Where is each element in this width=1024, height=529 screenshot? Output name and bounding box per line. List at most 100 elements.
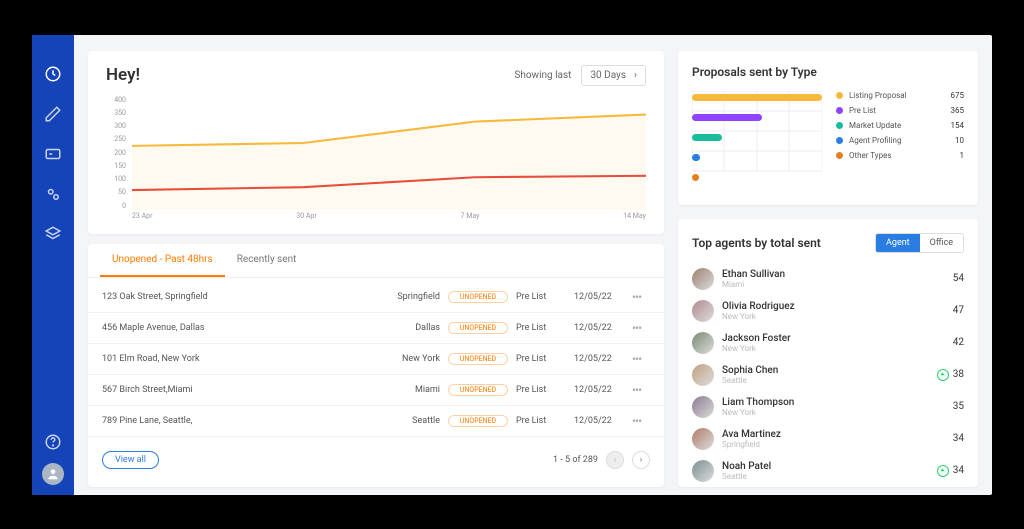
row-menu-icon[interactable]: ••• [632,290,650,304]
agent-location: Seattle [722,472,929,481]
row-city: Miami [370,385,440,395]
agent-row[interactable]: Sophia Chen Seattle 38 [692,359,964,391]
nav-profile[interactable] [42,463,64,485]
nav-settings[interactable] [44,185,62,203]
agent-row[interactable]: Noah Patel Seattle 34 [692,455,964,483]
row-menu-icon[interactable]: ••• [632,321,650,335]
proposals-table-card: Unopened - Past 48hrs Recently sent 123 … [88,244,664,487]
nav-layers[interactable] [44,225,62,243]
table-row[interactable]: 101 Elm Road, New York New York UNOPENED… [88,344,664,375]
legend-value: 1 [960,151,965,160]
view-all-button[interactable]: View all [102,451,159,469]
legend-label: Other Types [849,151,954,160]
nav-dashboard[interactable] [44,65,62,83]
agent-info: Liam Thompson New York [722,397,945,417]
status-badge: UNOPENED [448,353,508,365]
nav-card[interactable] [44,145,62,163]
agent-location: New York [722,344,945,353]
range-value: 30 Days [590,70,626,81]
legend-value: 10 [955,136,964,145]
status-badge: UNOPENED [448,384,508,396]
table-row[interactable]: 123 Oak Street, Springfield Springfield … [88,282,664,313]
row-menu-icon[interactable]: ••• [632,352,650,366]
agent-count: 34 [937,465,964,477]
table-row[interactable]: 567 Birch Street,Miami Miami UNOPENED Pr… [88,375,664,406]
agent-count: 42 [953,337,964,348]
status-badge: UNOPENED [448,415,508,427]
page-next-button[interactable]: › [632,451,650,469]
type-bar-row [692,111,822,125]
agent-name: Liam Thompson [722,397,945,408]
row-menu-icon[interactable]: ••• [632,383,650,397]
row-date: 12/05/22 [574,354,624,364]
row-type: Pre List [516,323,566,333]
avatar [692,460,714,482]
row-city: New York [370,354,440,364]
toggle-agent[interactable]: Agent [876,234,920,252]
row-city: Seattle [370,416,440,426]
row-address: 456 Maple Avenue, Dallas [102,323,362,333]
legend-row: Other Types 1 [836,151,964,160]
legend-dot [836,92,843,99]
chart-area: 400350300250200150100500 23 Apr30 Apr7 M… [106,96,646,226]
legend-dot [836,152,843,159]
page-prev-button[interactable]: ‹ [606,451,624,469]
row-address: 101 Elm Road, New York [102,354,362,364]
avatar [692,364,714,386]
tab-recent[interactable]: Recently sent [225,244,309,277]
type-bar [692,94,822,101]
agent-count: 34 [953,433,964,444]
trend-up-icon [937,369,949,381]
top-agents-card: Top agents by total sent Agent Office Et… [678,219,978,487]
main-content: Hey! Showing last 30 Days › 400350300250… [74,35,992,495]
agent-location: Miami [722,280,945,289]
toggle-office[interactable]: Office [920,234,963,252]
legend-value: 365 [951,106,965,115]
row-address: 789 Pine Lane, Seattle, [102,416,362,426]
pagination: 1 - 5 of 289 ‹ › [553,451,650,469]
legend-label: Market Update [849,121,945,130]
nav-help[interactable] [44,433,62,451]
agent-row[interactable]: Jackson Foster New York 42 [692,327,964,359]
tab-unopened[interactable]: Unopened - Past 48hrs [100,244,225,277]
agent-name: Olivia Rodriguez [722,301,945,312]
agent-location: Seattle [722,376,929,385]
agents-toggle: Agent Office [875,233,964,253]
table-row[interactable]: 789 Pine Lane, Seattle, Seattle UNOPENED… [88,406,664,437]
page-label: 1 - 5 of 289 [553,455,598,465]
legend-dot [836,107,843,114]
type-bar-row [692,91,822,105]
proposals-by-type-card: Proposals sent by Type Listing Proposal … [678,51,978,205]
legend-row: Listing Proposal 675 [836,91,964,100]
agent-row[interactable]: Liam Thompson New York 35 [692,391,964,423]
chevron-right-icon: › [634,70,637,81]
status-badge: UNOPENED [448,322,508,334]
agent-name: Sophia Chen [722,365,929,376]
type-bar-row [692,171,822,185]
legend-row: Pre List 365 [836,106,964,115]
agent-name: Ethan Sullivan [722,269,945,280]
agent-info: Ava Martinez Springfield [722,429,945,449]
row-date: 12/05/22 [574,416,624,426]
row-date: 12/05/22 [574,323,624,333]
nav-edit[interactable] [44,105,62,123]
table-row[interactable]: 456 Maple Avenue, Dallas Dallas UNOPENED… [88,313,664,344]
agent-location: New York [722,312,945,321]
agent-row[interactable]: Ava Martinez Springfield 34 [692,423,964,455]
agent-info: Noah Patel Seattle [722,461,929,481]
type-bar-row [692,131,822,145]
agent-info: Ethan Sullivan Miami [722,269,945,289]
range-select[interactable]: 30 Days › [581,65,646,86]
agent-name: Jackson Foster [722,333,945,344]
agent-info: Olivia Rodriguez New York [722,301,945,321]
type-bar [692,134,722,141]
showing-last-label: Showing last [514,70,571,81]
type-bar [692,114,762,121]
agent-row[interactable]: Olivia Rodriguez New York 47 [692,295,964,327]
agent-info: Jackson Foster New York [722,333,945,353]
agent-row[interactable]: Ethan Sullivan Miami 54 [692,263,964,295]
agent-count: 47 [953,305,964,316]
row-menu-icon[interactable]: ••• [632,414,650,428]
row-date: 12/05/22 [574,385,624,395]
legend-label: Pre List [849,106,945,115]
